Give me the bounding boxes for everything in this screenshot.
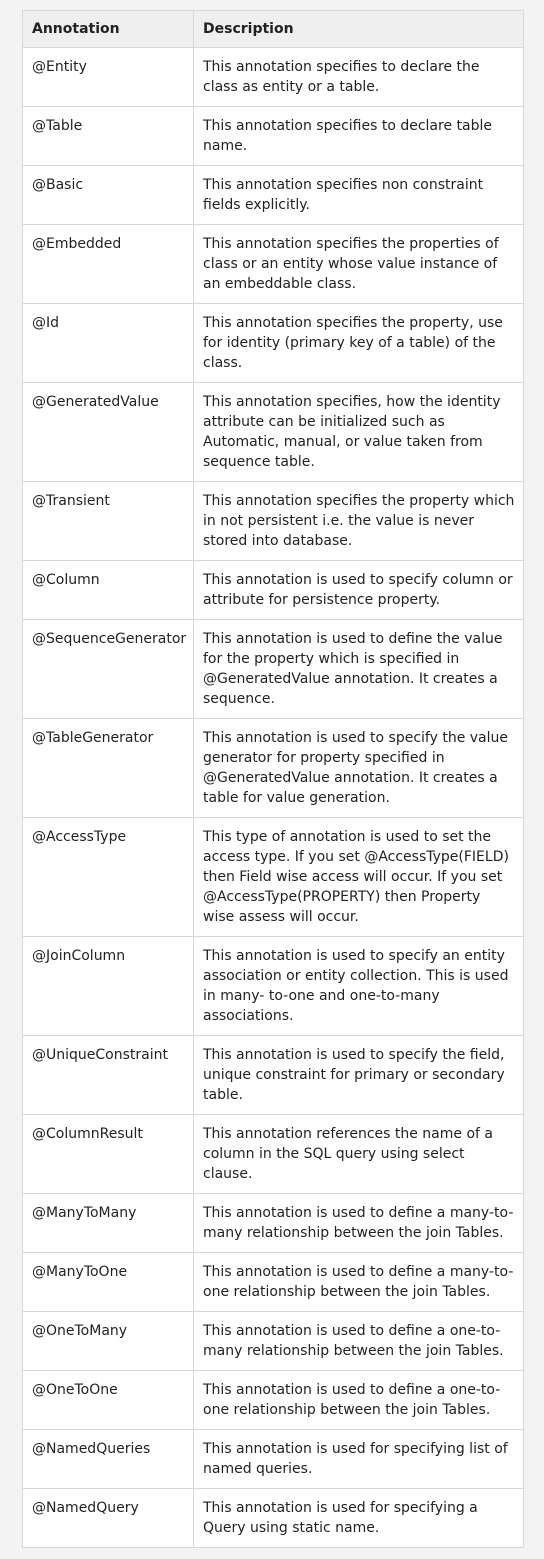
annotation-name-cell: @OneToOne	[22, 1370, 194, 1430]
annotation-description-cell: This annotation specifies to declare tab…	[193, 106, 524, 166]
table-row: @Transient This annotation specifies the …	[22, 481, 524, 561]
annotation-name-cell: @Basic	[22, 165, 194, 225]
annotation-description-cell: This annotation is used to define a one-…	[193, 1370, 524, 1430]
column-header-description: Description	[193, 10, 524, 48]
annotation-description-cell: This annotation is used to define a many…	[193, 1193, 524, 1253]
table-row: @Column This annotation is used to specif…	[22, 560, 524, 620]
table-row: @AccessType This type of annotation is us…	[22, 817, 524, 937]
annotation-description-cell: This annotation is used to specify the f…	[193, 1035, 524, 1115]
annotation-name-cell: @TableGenerator	[22, 718, 194, 818]
annotation-name-cell: @ColumnResult	[22, 1114, 194, 1194]
annotation-name-cell: @Transient	[22, 481, 194, 561]
table-row: @Table This annotation specifies to decla…	[22, 106, 524, 166]
annotation-name-cell: @GeneratedValue	[22, 382, 194, 482]
annotation-name-cell: @ManyToMany	[22, 1193, 194, 1253]
table-row: @TableGenerator This annotation is used t…	[22, 718, 524, 818]
table-row: @NamedQuery This annotation is used for s…	[22, 1488, 524, 1548]
table-row: @JoinColumn This annotation is used to sp…	[22, 936, 524, 1036]
table-row: @ColumnResult This annotation references …	[22, 1114, 524, 1194]
header-row: Annotation Description	[22, 10, 524, 48]
annotations-table: Annotation Description @Entity This annot…	[22, 10, 524, 1548]
table-row: @Basic This annotation specifies non cons…	[22, 165, 524, 225]
table-row: @Id This annotation specifies the propert…	[22, 303, 524, 383]
annotation-name-cell: @ManyToOne	[22, 1252, 194, 1312]
table-row: @SequenceGenerator This annotation is use…	[22, 619, 524, 719]
annotation-name-cell: @Embedded	[22, 224, 194, 304]
table-row: @ManyToMany This annotation is used to de…	[22, 1193, 524, 1253]
annotation-description-cell: This annotation specifies to declare the…	[193, 47, 524, 107]
table-body: @Entity This annotation specifies to decl…	[22, 47, 524, 1548]
table-header: Annotation Description	[22, 10, 524, 48]
annotation-name-cell: @NamedQuery	[22, 1488, 194, 1548]
annotation-description-cell: This annotation specifies non constraint…	[193, 165, 524, 225]
annotation-name-cell: @OneToMany	[22, 1311, 194, 1371]
table-row: @OneToMany This annotation is used to def…	[22, 1311, 524, 1371]
annotation-description-cell: This annotation specifies, how the ident…	[193, 382, 524, 482]
annotation-description-cell: This annotation references the name of a…	[193, 1114, 524, 1194]
table-row: @GeneratedValue This annotation specifies…	[22, 382, 524, 482]
annotation-name-cell: @JoinColumn	[22, 936, 194, 1036]
table-row: @NamedQueries This annotation is used for…	[22, 1429, 524, 1489]
annotation-name-cell: @AccessType	[22, 817, 194, 937]
annotation-description-cell: This annotation is used to define the va…	[193, 619, 524, 719]
table-row: @UniqueConstraint This annotation is used…	[22, 1035, 524, 1115]
table-row: @Embedded This annotation specifies the p…	[22, 224, 524, 304]
annotation-description-cell: This annotation specifies the properties…	[193, 224, 524, 304]
table-row: @OneToOne This annotation is used to defi…	[22, 1370, 524, 1430]
annotation-description-cell: This annotation specifies the property w…	[193, 481, 524, 561]
annotation-description-cell: This annotation is used to define a one-…	[193, 1311, 524, 1371]
annotation-name-cell: @Column	[22, 560, 194, 620]
annotation-name-cell: @Table	[22, 106, 194, 166]
annotation-description-cell: This annotation is used to define a many…	[193, 1252, 524, 1312]
table-row: @ManyToOne This annotation is used to def…	[22, 1252, 524, 1312]
annotation-description-cell: This annotation is used for specifying a…	[193, 1488, 524, 1548]
annotations-table-container: Annotation Description @Entity This annot…	[22, 10, 524, 1548]
annotation-description-cell: This annotation is used to specify the v…	[193, 718, 524, 818]
annotation-name-cell: @Entity	[22, 47, 194, 107]
column-header-annotation: Annotation	[22, 10, 194, 48]
annotation-description-cell: This type of annotation is used to set t…	[193, 817, 524, 937]
annotation-name-cell: @SequenceGenerator	[22, 619, 194, 719]
annotation-name-cell: @UniqueConstraint	[22, 1035, 194, 1115]
annotation-name-cell: @NamedQueries	[22, 1429, 194, 1489]
table-row: @Entity This annotation specifies to decl…	[22, 47, 524, 107]
annotation-description-cell: This annotation is used to specify colum…	[193, 560, 524, 620]
annotation-description-cell: This annotation is used for specifying l…	[193, 1429, 524, 1489]
annotation-description-cell: This annotation is used to specify an en…	[193, 936, 524, 1036]
annotation-description-cell: This annotation specifies the property, …	[193, 303, 524, 383]
annotation-name-cell: @Id	[22, 303, 194, 383]
